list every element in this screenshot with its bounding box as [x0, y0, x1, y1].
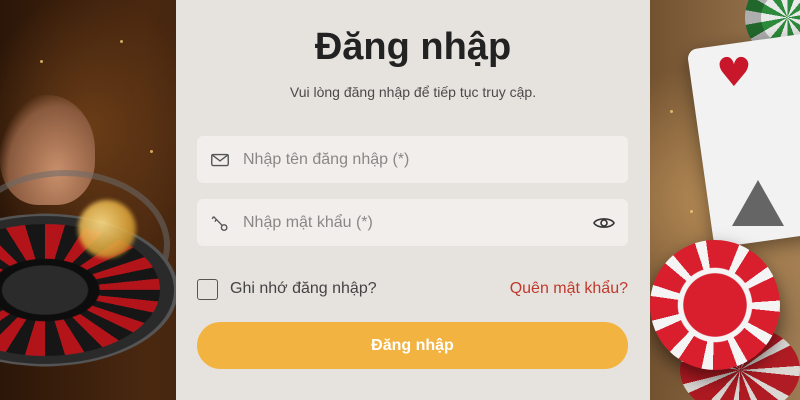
forgot-password-link[interactable]: Quên mật khẩu?	[510, 280, 628, 298]
remember-me-checkbox[interactable]	[197, 278, 218, 300]
remember-me-toggle[interactable]: Ghi nhớ đăng nhập?	[197, 278, 377, 300]
username-field[interactable]	[197, 136, 628, 183]
password-input[interactable]	[243, 199, 583, 246]
login-panel: Đăng nhập Vui lòng đăng nhập để tiếp tục…	[176, 0, 650, 400]
sparkle	[690, 210, 693, 213]
page-title: Đăng nhập	[314, 26, 512, 68]
gold-coin-image	[78, 200, 136, 258]
mail-icon	[211, 153, 229, 167]
eye-icon[interactable]	[592, 211, 616, 235]
remember-me-label: Ghi nhớ đăng nhập?	[230, 280, 377, 297]
username-input[interactable]	[243, 136, 583, 183]
spade-suit-icon	[732, 180, 784, 226]
page-subtitle: Vui lòng đăng nhập để tiếp tục truy cập.	[289, 84, 537, 100]
sparkle	[120, 40, 123, 43]
sparkle	[670, 110, 673, 113]
sparkle	[150, 150, 153, 153]
sparkle	[40, 60, 43, 63]
login-button[interactable]: Đăng nhập	[197, 322, 628, 369]
password-field[interactable]	[197, 199, 628, 246]
red-chip-image	[650, 240, 780, 370]
heart-suit-icon: ♥	[716, 50, 752, 96]
key-icon	[211, 216, 228, 232]
